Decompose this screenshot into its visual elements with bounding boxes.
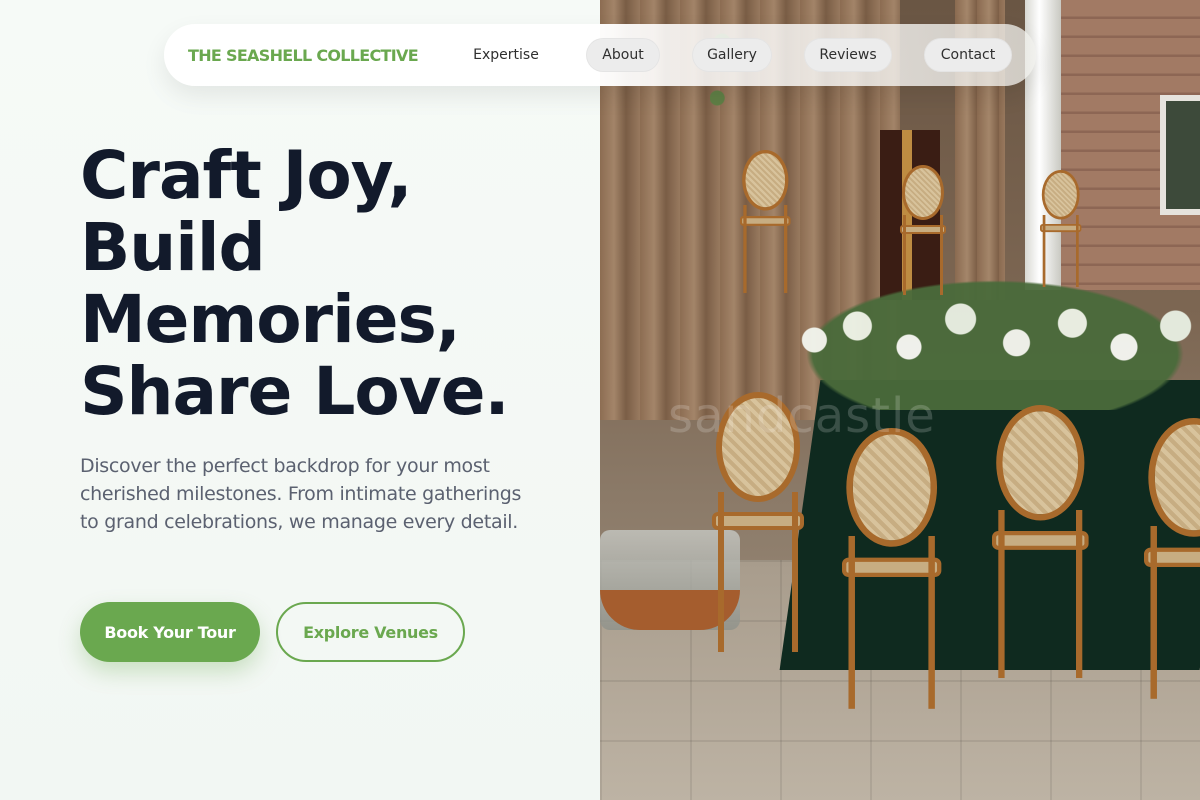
book-tour-button[interactable]: Book Your Tour xyxy=(80,602,260,662)
nav-item-expertise[interactable]: Expertise xyxy=(454,38,558,72)
photo-chair xyxy=(992,405,1089,678)
photo-chair xyxy=(740,150,791,293)
explore-venues-button[interactable]: Explore Venues xyxy=(276,602,465,662)
photo-chair xyxy=(1040,170,1082,287)
venue-photo: sandcastle xyxy=(600,0,1200,800)
top-navbar: THE SEASHELL COLLECTIVE Expertise About … xyxy=(164,24,1036,86)
photo-chair xyxy=(1144,418,1200,699)
photo-chair xyxy=(842,428,942,709)
hero-headline-line: Build xyxy=(80,209,266,286)
hero-headline-line: Memories, xyxy=(80,281,461,358)
nav-item-reviews[interactable]: Reviews xyxy=(804,38,892,72)
hero-headline-line: Share Love. xyxy=(80,353,510,430)
nav-item-about[interactable]: About xyxy=(586,38,660,72)
nav-item-contact[interactable]: Contact xyxy=(924,38,1012,72)
brand-logo-text[interactable]: THE SEASHELL COLLECTIVE xyxy=(188,46,419,65)
hero-headline-line: Craft Joy, xyxy=(80,137,413,214)
photo-watermark: sandcastle xyxy=(668,388,936,444)
hero-subtext: Discover the perfect backdrop for your m… xyxy=(80,455,522,533)
nav-item-gallery[interactable]: Gallery xyxy=(692,38,772,72)
photo-chair xyxy=(900,165,946,295)
photo-window xyxy=(1160,95,1200,215)
hero-headline: Craft Joy, Build Memories, Share Love. xyxy=(80,140,580,428)
